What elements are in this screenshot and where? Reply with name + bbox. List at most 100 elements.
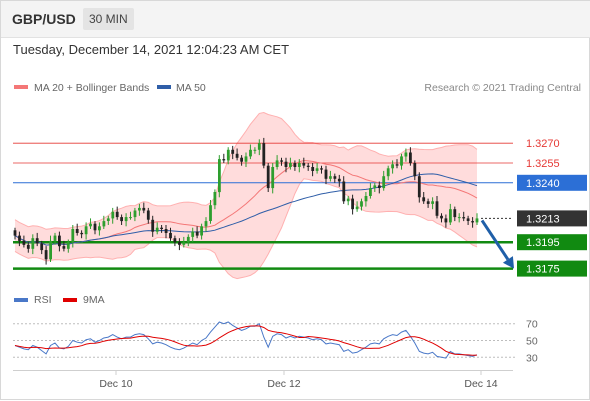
- candle-body: [22, 240, 26, 245]
- candle-body: [377, 185, 381, 188]
- level-tags: 1.3270 1.3255 1.3240 1.3213 1.3195 1.3175: [517, 138, 587, 277]
- candle-body: [62, 246, 66, 249]
- candle-body: [200, 226, 203, 236]
- ma50-legend-label: MA 50: [176, 82, 206, 94]
- level-label: 1.3213: [526, 213, 560, 225]
- forecast-arrow-line: [480, 219, 510, 261]
- candle-body: [58, 235, 61, 247]
- candle-body: [457, 217, 461, 219]
- candle-body: [342, 181, 346, 202]
- candle-body: [102, 221, 106, 227]
- rsi-legend-swatch: [14, 298, 28, 302]
- candle-body: [80, 232, 84, 235]
- candle-body: [320, 168, 323, 170]
- rsi-ma-legend-label: 9MA: [83, 294, 105, 306]
- rsi-grid: 70 50 30: [13, 319, 538, 364]
- candle-body: [297, 163, 301, 167]
- candle-body: [422, 197, 426, 202]
- candle-body: [204, 221, 208, 227]
- credit-text: Research © 2021 Trading Central: [424, 82, 581, 94]
- candle-body: [373, 185, 377, 188]
- candle-body: [435, 201, 439, 216]
- candle-body: [289, 163, 292, 167]
- candle-body: [302, 163, 306, 166]
- candle-body: [404, 152, 408, 157]
- candle-body: [315, 168, 319, 171]
- candle-body: [240, 157, 243, 162]
- candle-body: [382, 176, 386, 189]
- rsi-legend-label: RSI: [34, 294, 52, 306]
- bollinger-band-fill: [15, 112, 477, 279]
- candle-body: [262, 143, 266, 166]
- candle-body: [120, 217, 123, 222]
- candle-body: [218, 159, 221, 193]
- candle-body: [466, 218, 470, 221]
- candle-body: [355, 206, 359, 210]
- bollinger-legend-label: MA 20 + Bollinger Bands: [34, 82, 149, 94]
- candle-body: [275, 160, 279, 167]
- candle-body: [226, 149, 230, 161]
- candle-body: [426, 201, 430, 204]
- candle-body: [133, 210, 137, 218]
- candle-body: [115, 211, 119, 218]
- rsi-tick-label: 50: [526, 336, 538, 348]
- time-axis-label: Dec 10: [99, 378, 132, 390]
- candle-body: [462, 217, 466, 219]
- candle-body: [209, 205, 212, 221]
- candle-body: [18, 235, 21, 241]
- candle-body: [431, 201, 434, 204]
- price-chart: MA 20 + Bollinger Bands MA 50 Research ©…: [13, 82, 587, 390]
- candle-body: [475, 218, 479, 223]
- candle-body: [191, 231, 195, 237]
- time-axis-label: Dec 14: [464, 378, 497, 390]
- candle-body: [284, 161, 288, 167]
- candle-body: [253, 149, 257, 151]
- candle-body: [391, 164, 394, 169]
- candle-body: [124, 217, 128, 222]
- candle-body: [129, 217, 132, 219]
- candle-body: [151, 219, 155, 232]
- rsi-legend: RSI 9MA: [14, 294, 105, 306]
- ma50-legend-swatch: [157, 85, 171, 89]
- candle-body: [155, 227, 159, 232]
- candle-body: [231, 149, 235, 154]
- price-legend: MA 20 + Bollinger Bands MA 50 Research ©…: [14, 82, 581, 94]
- candle-body: [182, 242, 186, 245]
- candle-body: [93, 223, 97, 231]
- candle-body: [84, 226, 88, 235]
- candle-body: [44, 250, 48, 260]
- candle-body: [306, 165, 310, 167]
- bollinger-legend-swatch: [14, 85, 28, 89]
- rsi-tick-label: 30: [526, 352, 538, 364]
- candle-body: [160, 227, 163, 229]
- candle-body: [13, 230, 17, 236]
- candle-body: [106, 218, 110, 221]
- candle-body: [53, 235, 57, 241]
- candle-body: [213, 192, 217, 206]
- candle-body: [169, 232, 172, 239]
- candle-body: [186, 236, 190, 243]
- candle-body: [409, 152, 412, 164]
- candle-body: [244, 156, 248, 162]
- candle-body: [98, 226, 101, 231]
- level-label: 1.3175: [526, 264, 560, 276]
- rsi-ma-legend-swatch: [63, 298, 77, 302]
- candle-body: [235, 153, 239, 158]
- candle-body: [66, 242, 70, 249]
- candle-body: [111, 211, 115, 219]
- candle-body: [351, 198, 354, 210]
- candle-body: [146, 210, 150, 220]
- candle-body: [26, 244, 30, 249]
- time-axis-label: Dec 12: [267, 378, 300, 390]
- candle-body: [142, 207, 146, 211]
- level-label: 1.3270: [526, 138, 560, 150]
- candle-body: [35, 238, 39, 244]
- candle-body: [400, 156, 403, 166]
- candle-body: [369, 188, 372, 196]
- forecast-arrow: [480, 219, 514, 269]
- candle-body: [49, 240, 52, 260]
- candle-body: [395, 164, 399, 166]
- candle-body: [453, 209, 457, 218]
- candle-body: [346, 198, 350, 202]
- candle-body: [271, 167, 275, 189]
